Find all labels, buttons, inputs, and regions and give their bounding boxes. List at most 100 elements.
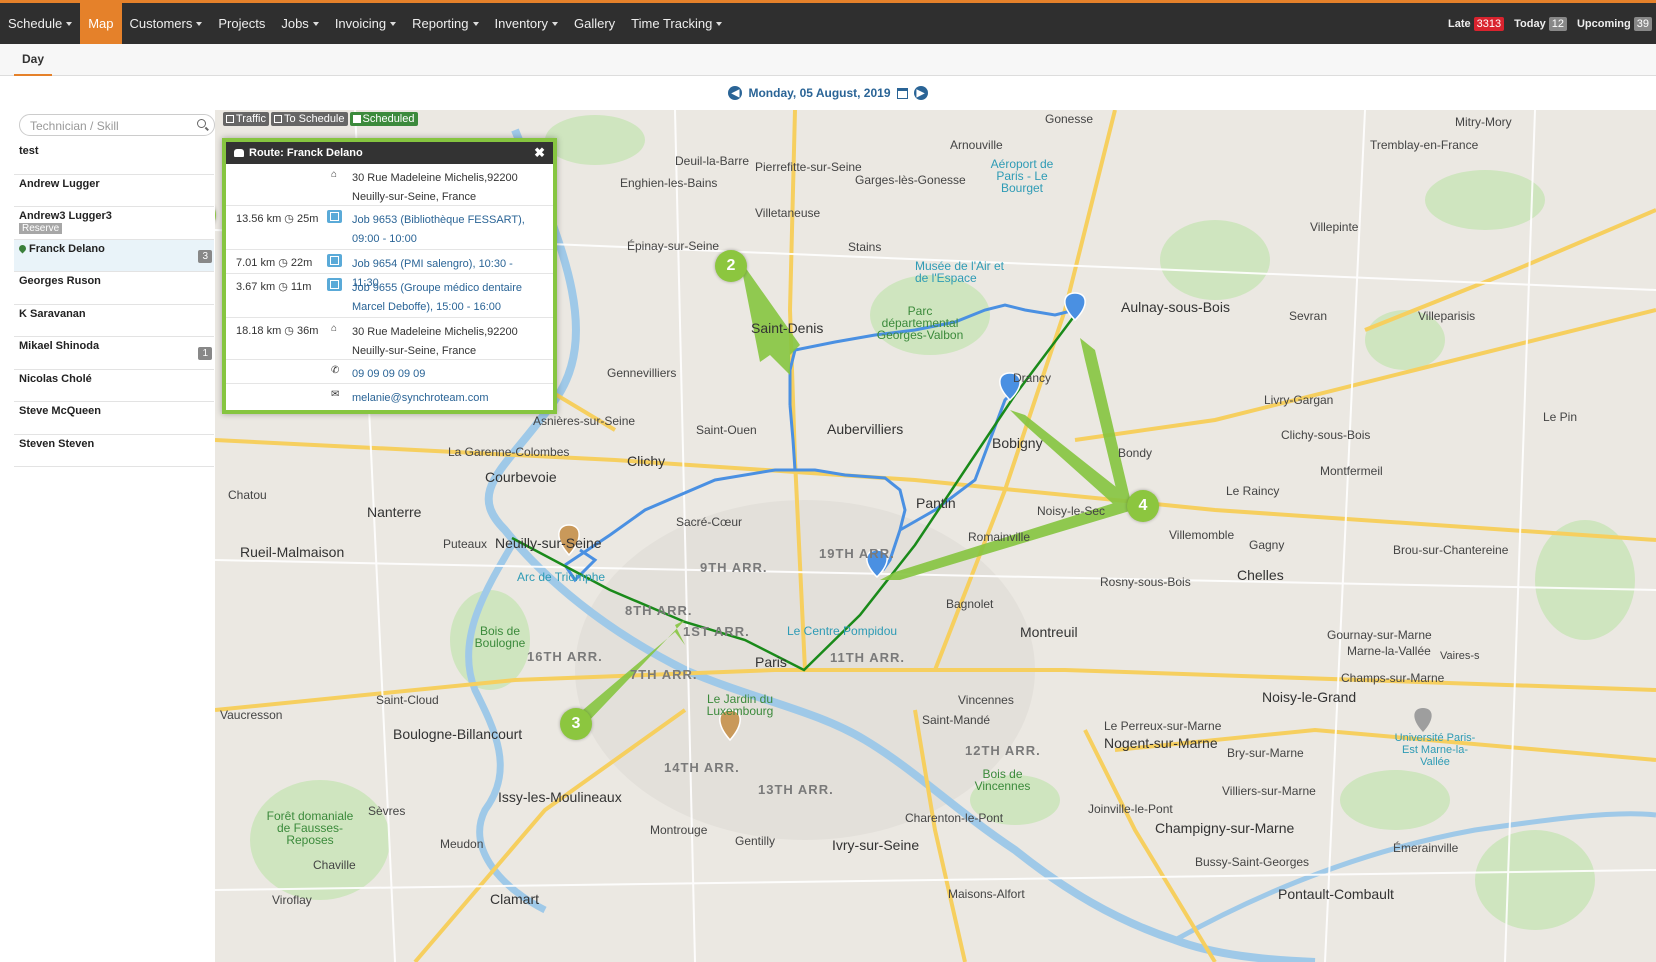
job-icon [327, 278, 342, 291]
map-label: Romainville [968, 530, 1031, 544]
date-navigator: ◀ Monday, 05 August, 2019 ▶ [0, 76, 1656, 110]
address-line: Neuilly-sur-Seine, France [352, 191, 477, 203]
map-label: Deuil-la-Barre [675, 154, 750, 168]
map-label: Bagnolet [946, 597, 994, 611]
tab-day[interactable]: Day [14, 44, 53, 76]
technician-sidebar: Technician / Skill test Andrew Lugger Andr… [14, 110, 215, 962]
technician-name: Mikael Shinoda [19, 340, 100, 352]
route-distance: 7.01 km ◷ 22m [236, 257, 313, 269]
top-navbar: Schedule Map Customers Projects Jobs Invoicin… [0, 0, 1656, 44]
map-label: Montfermeil [1320, 464, 1383, 478]
map-label: Saint-Mandé [922, 713, 991, 727]
technician-item[interactable]: test [14, 142, 214, 175]
sub-navbar: Day [0, 44, 1656, 76]
route-distance: 13.56 km ◷ 25m [236, 213, 319, 225]
scheduled-toggle[interactable]: Scheduled [349, 112, 418, 126]
technician-item[interactable]: Andrew Lugger [14, 175, 214, 207]
technician-item[interactable]: Steven Steven [14, 435, 214, 467]
nav-item-reporting[interactable]: Reporting [404, 3, 486, 44]
map-label: Joinville-le-Pont [1088, 802, 1173, 816]
distance-value: 7.01 km [236, 257, 276, 269]
close-icon[interactable]: ✖ [534, 145, 545, 161]
technician-name: Nicolas Cholé [19, 372, 92, 385]
technician-name: Andrew3 Lugger3 [19, 210, 112, 222]
map-label: Bry-sur-Marne [1227, 746, 1304, 760]
map-label: 1ST ARR. [683, 624, 750, 639]
phone-link[interactable]: 09 09 09 09 09 [352, 365, 542, 384]
late-label: Late [1448, 17, 1471, 30]
map-label: Chatou [228, 488, 267, 502]
map-label: Drancy [1013, 371, 1052, 385]
nav-item-label: Reporting [412, 16, 469, 31]
map-label: La Garenne-Colombes [448, 445, 570, 459]
technician-item[interactable]: K Saravanan [14, 305, 214, 337]
nav-item-label: Invoicing [334, 16, 387, 31]
map-label: Bobigny [992, 435, 1043, 451]
map-label: Champigny-sur-Marne [1155, 820, 1295, 836]
job-link-text: Job 9653 (Bibliothèque FESSART), [352, 214, 525, 226]
map-label: Bondy [1118, 446, 1153, 460]
to-schedule-toggle[interactable]: To Schedule [270, 112, 348, 126]
technician-item[interactable]: Andrew3 Lugger3 Reserve [14, 207, 214, 240]
map-label: Le Jardin du Luxembourg [706, 692, 774, 718]
map-label: Meudon [440, 837, 484, 851]
map-label: Chaville [313, 858, 356, 872]
today-label: Today [1514, 17, 1546, 30]
job-link-text: 09:00 - 10:00 [352, 233, 417, 245]
route-end-row: 18.18 km ◷ 36m ⌂ 30 Rue Madeleine Michel… [226, 318, 553, 360]
technician-search-input[interactable]: Technician / Skill [19, 114, 215, 136]
route-distance: 18.18 km ◷ 36m [236, 325, 319, 337]
nav-item-jobs[interactable]: Jobs [273, 3, 326, 44]
nav-item-map[interactable]: Map [80, 3, 122, 44]
nav-item-gallery[interactable]: Gallery [566, 3, 623, 44]
nav-item-schedule[interactable]: Schedule [0, 3, 80, 44]
calendar-icon[interactable] [896, 87, 908, 99]
map-label: Maisons-Alfort [948, 887, 1025, 901]
late-counter[interactable]: Late 3313 [1448, 16, 1505, 31]
email-link[interactable]: melanie@synchroteam.com [352, 389, 542, 408]
address-line: 30 Rue Madeleine Michelis,92200 [352, 172, 518, 184]
map-label: Gournay-sur-Marne [1327, 628, 1432, 642]
duration-value: 36m [296, 325, 319, 337]
map-label: Musée de l'Air et de l'Espace [915, 259, 1004, 285]
caret-down-icon [196, 21, 203, 26]
distance-value: 13.56 km [236, 213, 282, 225]
job-icon [327, 254, 342, 267]
nav-item-projects[interactable]: Projects [210, 3, 273, 44]
upcoming-counter[interactable]: Upcoming 39 [1577, 16, 1652, 31]
map-label: Vincennes [958, 693, 1014, 707]
map-label: Neuilly-sur-Seine [495, 535, 602, 551]
nav-item-invoicing[interactable]: Invoicing [327, 3, 404, 44]
nav-item-customers[interactable]: Customers [122, 3, 211, 44]
map-label: Clamart [490, 891, 540, 907]
search-placeholder: Technician / Skill [30, 119, 119, 133]
technician-item[interactable]: Franck Delano 3 [14, 239, 214, 272]
map-canvas[interactable]: Gonesse Mitry-Mory Arnouville Tremblay-e… [215, 110, 1656, 962]
technician-item[interactable]: Nicolas Cholé [14, 370, 214, 402]
job-link[interactable]: Job 9655 (Groupe médico dentaire Marcel D… [352, 279, 542, 317]
map-label: 19TH ARR. [819, 546, 895, 561]
job-link[interactable]: Job 9653 (Bibliothèque FESSART), 09:00 - … [352, 211, 542, 249]
technician-item[interactable]: Steve McQueen [14, 402, 214, 435]
technician-item[interactable]: Georges Ruson [14, 272, 214, 305]
search-icon[interactable] [197, 119, 206, 128]
map-label: Charenton-le-Pont [905, 811, 1004, 825]
map-label: Parc départemental Georges-Valbon [876, 304, 964, 342]
checkbox-icon [273, 115, 282, 123]
nav-item-time-tracking[interactable]: Time Tracking [623, 3, 730, 44]
map-label: Sevran [1289, 309, 1328, 323]
map-label: Aubervilliers [827, 421, 904, 437]
map-label: Nogent-sur-Marne [1104, 735, 1218, 751]
map-label: Gagny [1249, 538, 1285, 552]
traffic-toggle[interactable]: Traffic [223, 112, 269, 126]
map-label: Vaires-s [1440, 650, 1480, 662]
nav-item-inventory[interactable]: Inventory [487, 3, 566, 44]
next-day-icon[interactable]: ▶ [913, 86, 928, 100]
technician-item[interactable]: Mikael Shinoda 1 [14, 337, 214, 370]
phone-icon: ✆ [331, 365, 340, 376]
map-label: 13TH ARR. [758, 782, 834, 797]
prev-day-icon[interactable]: ◀ [728, 86, 743, 100]
today-counter[interactable]: Today 12 [1514, 16, 1567, 31]
map-label: Université Paris-Est Marne-la-Vallée [1394, 732, 1476, 768]
job-link-text: Marcel Deboffe), 15:00 - 16:00 [352, 301, 501, 313]
